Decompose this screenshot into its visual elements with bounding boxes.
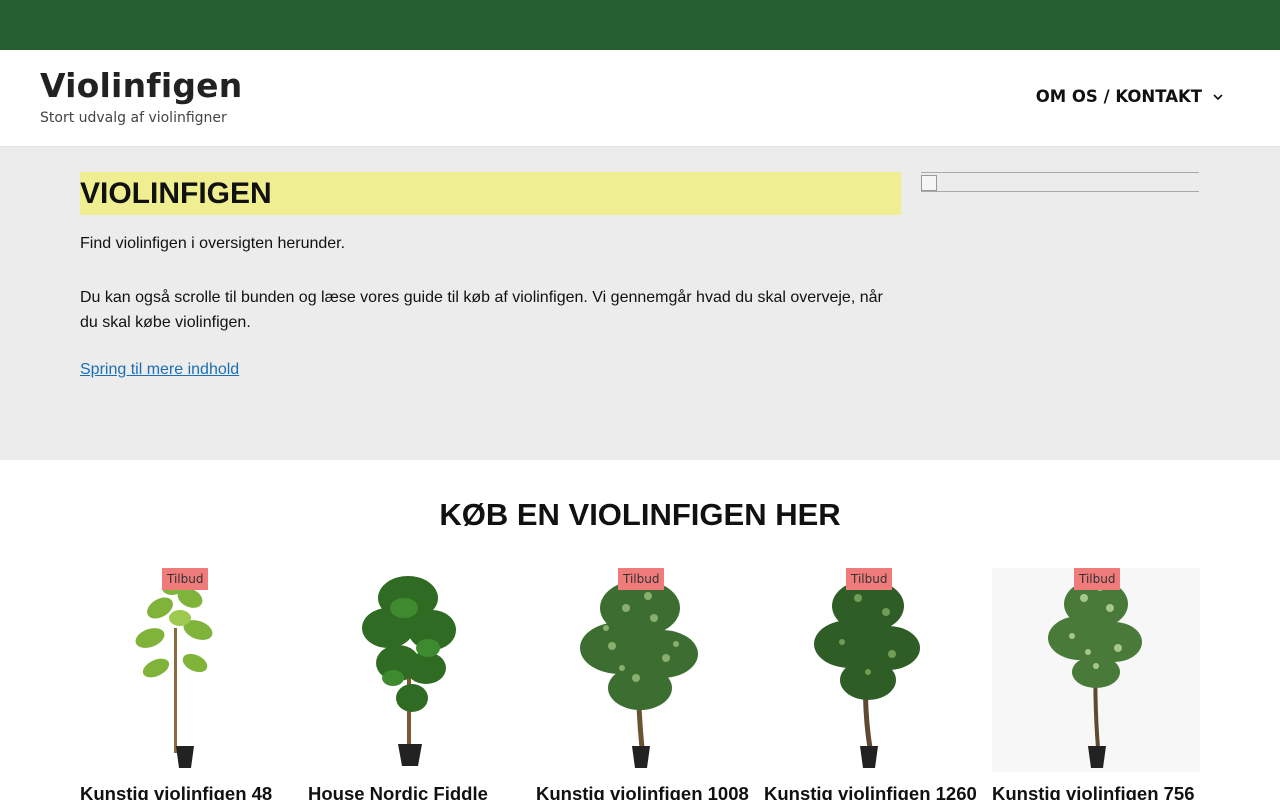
section-title: KØB EN VIOLINFIGEN HER	[439, 497, 841, 532]
hero-section: VIOLINFIGEN Find violinfigen i oversigte…	[0, 147, 1280, 460]
product-image[interactable]: Tilbud	[992, 568, 1200, 772]
site-title[interactable]: Violinfigen	[40, 66, 242, 105]
product-image[interactable]: Tilbud	[80, 568, 288, 772]
product-title[interactable]: Kunstig violinfigen 756	[992, 783, 1232, 800]
product-title[interactable]: Kunstig violinfigen 1008	[536, 783, 776, 800]
top-bar	[0, 0, 1280, 50]
product-image[interactable]: Tilbud	[536, 568, 744, 772]
site-header: Violinfigen Stort udvalg af violinfigner…	[0, 50, 1280, 147]
product-image[interactable]	[308, 568, 516, 772]
product-card[interactable]: Tilbud Kunstig violinfigen 1260	[764, 568, 977, 800]
product-card[interactable]: Tilbud Kunstig violinfigen 48	[80, 568, 288, 800]
product-card[interactable]: Tilbud Kunstig violinfigen 1008	[536, 568, 749, 800]
nav-item-label: OM OS / KONTAKT	[1035, 87, 1202, 106]
sale-badge: Tilbud	[162, 568, 209, 590]
site-tagline: Stort udvalg af violinfigner	[40, 110, 227, 126]
broken-image-icon	[921, 175, 937, 191]
sale-badge: Tilbud	[846, 568, 893, 590]
product-title[interactable]: Kunstig violinfigen 1260	[764, 783, 1004, 800]
product-title[interactable]: Kunstig violinfigen 48	[80, 783, 320, 800]
nav-item-about-contact[interactable]: OM OS / KONTAKT	[1036, 87, 1224, 106]
sale-badge: Tilbud	[1074, 568, 1121, 590]
intro-text: Find violinfigen i oversigten herunder.	[80, 235, 346, 252]
products-section: KØB EN VIOLINFIGEN HER Tilbud Kunstig vi…	[0, 460, 1280, 800]
product-image[interactable]: Tilbud	[764, 568, 972, 772]
product-card[interactable]: Tilbud Kunstig violinfigen 756	[992, 568, 1200, 800]
product-title[interactable]: House Nordic Fiddle	[308, 783, 548, 800]
skip-to-content-link[interactable]: Spring til mere indhold	[80, 361, 239, 379]
chevron-down-icon	[1212, 91, 1224, 103]
product-card[interactable]: House Nordic Fiddle	[308, 568, 516, 800]
guide-text: Du kan også scrolle til bunden og læse v…	[80, 289, 883, 331]
page-title: VIOLINFIGEN	[80, 172, 901, 215]
hero-image	[921, 172, 1199, 192]
sale-badge: Tilbud	[618, 568, 665, 590]
